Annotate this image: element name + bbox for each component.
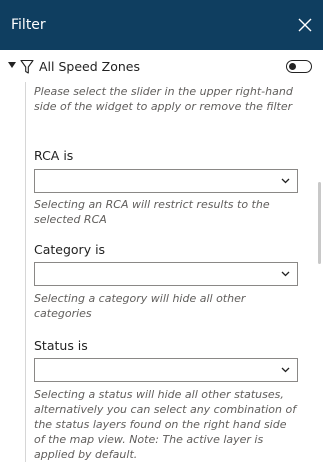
scrollbar-thumb[interactable] bbox=[318, 182, 321, 264]
status-select[interactable] bbox=[34, 358, 298, 382]
group-indent-rule bbox=[25, 82, 26, 462]
filter-group-hint: Please select the slider in the upper ri… bbox=[34, 85, 293, 113]
funnel-icon bbox=[20, 59, 34, 74]
toggle-knob bbox=[289, 62, 296, 70]
filter-toggle-switch[interactable] bbox=[286, 60, 312, 73]
close-icon bbox=[298, 18, 312, 32]
filter-panel-body: All Speed Zones Please select the slider… bbox=[0, 52, 323, 462]
chevron-down-icon bbox=[281, 178, 290, 184]
collapse-caret-icon[interactable] bbox=[8, 62, 16, 68]
category-label: Category is bbox=[34, 242, 106, 257]
rca-select[interactable] bbox=[34, 169, 298, 193]
rca-label: RCA is bbox=[34, 148, 74, 163]
status-label: Status is bbox=[34, 338, 88, 353]
filter-group-header: All Speed Zones bbox=[8, 59, 316, 77]
chevron-down-icon bbox=[281, 271, 290, 277]
close-button[interactable] bbox=[295, 15, 315, 35]
rca-hint: Selecting an RCA will restrict results t… bbox=[34, 198, 270, 226]
panel-header: Filter bbox=[0, 0, 323, 50]
category-hint: Selecting a category will hide all other… bbox=[34, 292, 246, 320]
category-select[interactable] bbox=[34, 262, 298, 286]
status-hint: Selecting a status will hide all other s… bbox=[34, 388, 297, 461]
panel-title: Filter bbox=[11, 17, 46, 33]
filter-group-label: All Speed Zones bbox=[39, 59, 140, 74]
chevron-down-icon bbox=[281, 367, 290, 373]
